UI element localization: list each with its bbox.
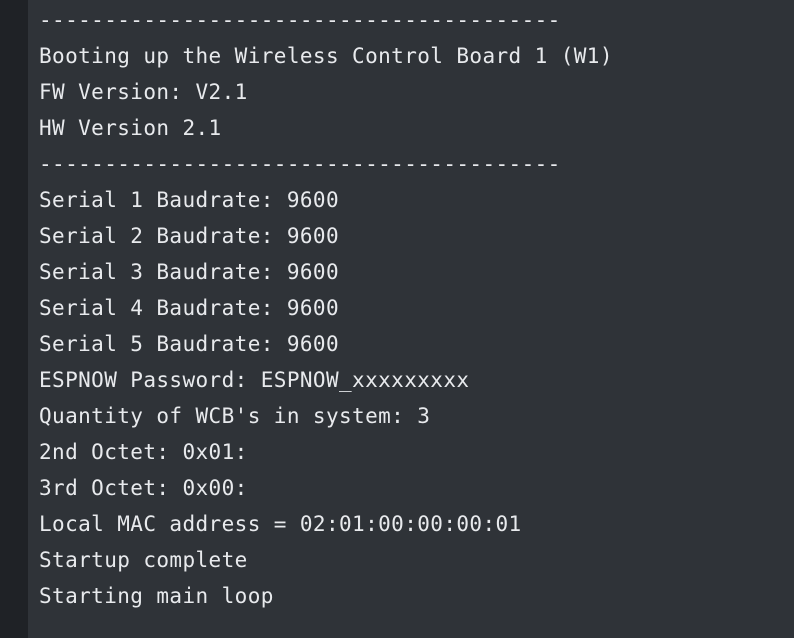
wcb-quantity-line: Quantity of WCB's in system: 3 bbox=[39, 404, 431, 428]
serial-console-output[interactable]: ----------------------------------------… bbox=[28, 0, 794, 638]
mac-address-line: Local MAC address = 02:01:00:00:00:01 bbox=[39, 512, 522, 536]
startup-complete-line: Startup complete bbox=[39, 548, 248, 572]
third-octet-line: 3rd Octet: 0x00: bbox=[39, 476, 248, 500]
main-loop-line: Starting main loop bbox=[39, 584, 274, 608]
espnow-password-line: ESPNOW Password: ESPNOW_xxxxxxxxx bbox=[39, 368, 470, 392]
serial-4-baudrate-line: Serial 4 Baudrate: 9600 bbox=[39, 296, 339, 320]
serial-1-baudrate-line: Serial 1 Baudrate: 9600 bbox=[39, 188, 339, 212]
serial-5-baudrate-line: Serial 5 Baudrate: 9600 bbox=[39, 332, 339, 356]
serial-2-baudrate-line: Serial 2 Baudrate: 9600 bbox=[39, 224, 339, 248]
fw-version-line: FW Version: V2.1 bbox=[39, 80, 248, 104]
separator-line: ---------------------------------------- bbox=[39, 152, 561, 176]
hw-version-line: HW Version 2.1 bbox=[39, 116, 222, 140]
separator-line: ---------------------------------------- bbox=[39, 8, 561, 32]
boot-message: Booting up the Wireless Control Board 1 … bbox=[39, 44, 613, 68]
second-octet-line: 2nd Octet: 0x01: bbox=[39, 440, 248, 464]
serial-3-baudrate-line: Serial 3 Baudrate: 9600 bbox=[39, 260, 339, 284]
left-gutter bbox=[0, 0, 28, 638]
